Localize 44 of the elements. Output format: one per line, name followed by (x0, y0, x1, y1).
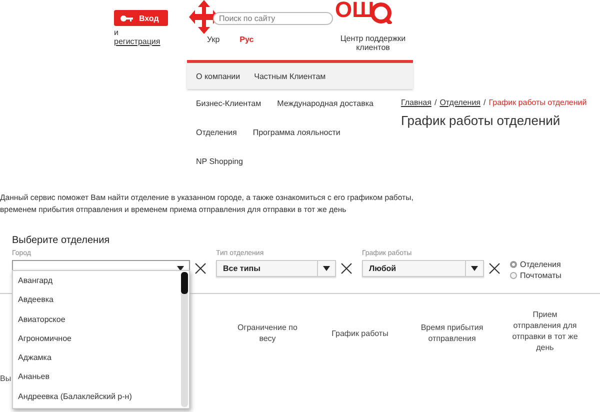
menu-item[interactable]: О компании (196, 72, 240, 80)
breadcrumb-link[interactable]: Главная (401, 98, 432, 107)
dropdown-option[interactable]: Аджамка (18, 348, 180, 368)
caret-icon (471, 266, 478, 271)
clear-icon[interactable] (341, 263, 352, 274)
page-title: График работы отделений (401, 113, 562, 128)
table-header: Время прибытия отправления (420, 322, 484, 344)
support-center-link[interactable]: Центр поддержки клиентов (333, 34, 413, 52)
login-button[interactable]: Вход (114, 10, 168, 26)
clear-icon[interactable] (195, 263, 206, 274)
language-link[interactable]: Рус (240, 35, 254, 44)
breadcrumb-current: График работы отделений (488, 98, 587, 107)
breadcrumb-separator: / (434, 98, 437, 107)
caret-icon (323, 266, 330, 271)
dropdown-field[interactable]: Любой (362, 260, 484, 277)
key-icon (120, 14, 133, 22)
menu-item[interactable]: Частным Клиентам (254, 72, 326, 80)
dropdown-option[interactable]: Авдеевка (18, 290, 180, 310)
filters-title: Выберите отделения (12, 235, 111, 246)
table-header: Вы (0, 374, 12, 383)
menu-item[interactable]: Программа лояльности (252, 128, 340, 157)
menu-item[interactable]: NP Shopping (196, 157, 243, 186)
radio-option[interactable]: Почтоматы (510, 270, 562, 281)
dropdown-option[interactable]: Андреевка (Балаклейский р-н) (18, 386, 180, 406)
table-header: Ограничение по весу (236, 322, 298, 344)
conjunction-text: и (114, 28, 118, 37)
breadcrumb-separator: / (484, 98, 486, 107)
language-link[interactable]: Укр (207, 35, 220, 44)
dropdown-option[interactable]: Агрономичное (18, 328, 180, 348)
scrollbar[interactable] (181, 272, 188, 407)
registration-link[interactable]: регистрация (114, 37, 160, 46)
dropdown-option[interactable]: Авангард (18, 271, 180, 290)
dropdown-option[interactable]: Ананьев (18, 367, 180, 387)
table-header: График работы (330, 328, 390, 339)
menu-item[interactable]: Бизнес-Клиентам (196, 99, 262, 128)
dropdown-field[interactable]: Все типы (216, 260, 336, 277)
breadcrumb-link[interactable]: Отделения (440, 98, 480, 107)
table-header: Прием отправления для отправки в тот же день (512, 309, 578, 353)
radio-option[interactable]: Отделения (510, 259, 562, 270)
clear-icon[interactable] (489, 263, 500, 274)
dropdown-option[interactable]: Авиаторское (18, 310, 180, 329)
search-field[interactable]: Поиск по сайту (213, 12, 333, 25)
menu-item[interactable]: Международная доставка (277, 99, 374, 128)
menu-item[interactable]: Отделения (196, 128, 237, 157)
